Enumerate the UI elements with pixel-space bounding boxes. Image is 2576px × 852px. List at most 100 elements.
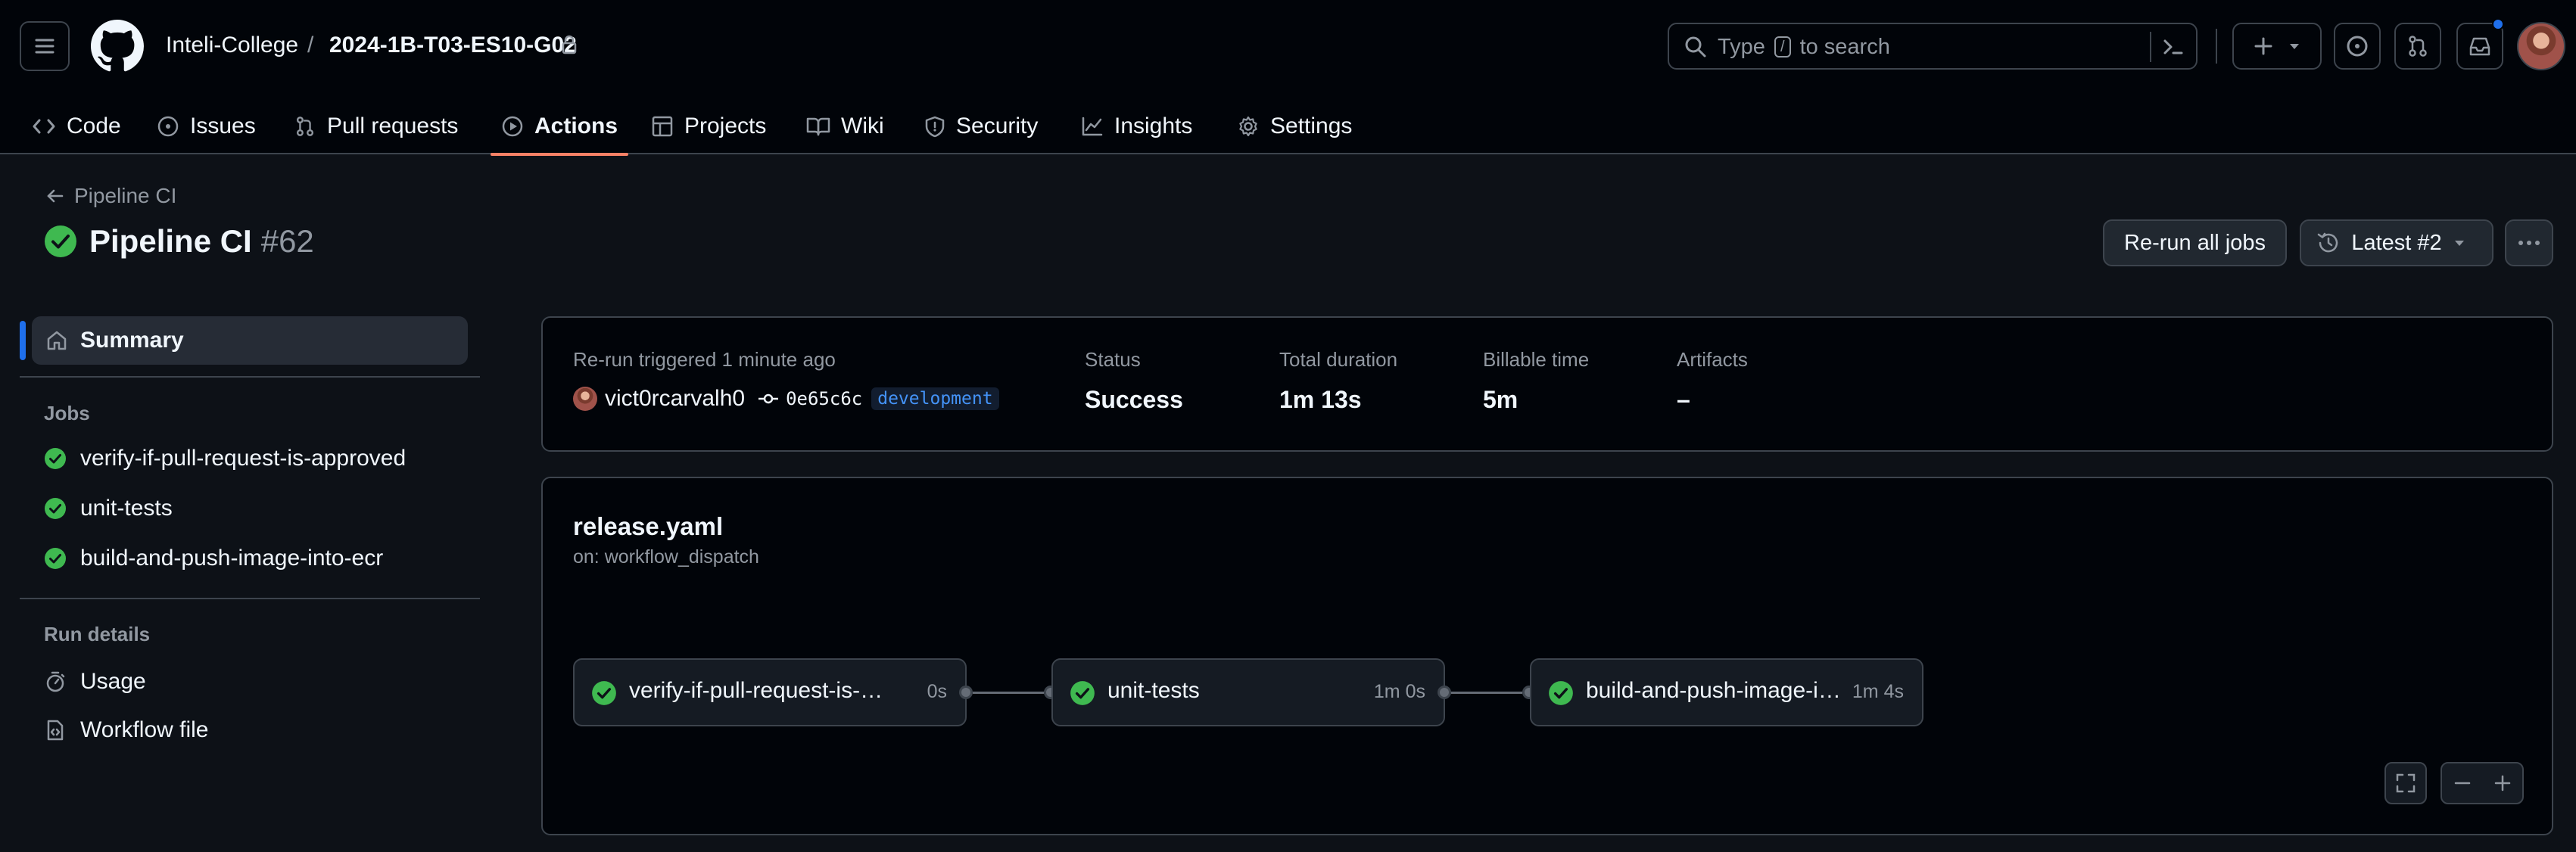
success-check-icon xyxy=(1549,681,1573,705)
tab-label: Actions xyxy=(534,113,618,138)
sidebar-item-summary[interactable]: Summary xyxy=(20,316,468,365)
slash-key: / xyxy=(1774,36,1791,58)
fullscreen-icon xyxy=(2396,773,2416,793)
job-node-verify[interactable]: verify-if-pull-request-is-approved 0s xyxy=(573,658,967,726)
sidebar-job-unit-tests[interactable]: unit-tests xyxy=(44,496,173,521)
success-check-icon xyxy=(45,498,66,519)
duration-value: 1m 13s xyxy=(1279,386,1362,413)
run-title: Pipeline CI xyxy=(89,223,252,259)
success-check-icon xyxy=(592,681,616,705)
more-options-button[interactable] xyxy=(2505,219,2553,266)
back-to-workflow-link[interactable]: Pipeline CI xyxy=(45,184,176,208)
user-avatar[interactable] xyxy=(2517,22,2565,70)
zoom-out-icon[interactable] xyxy=(2453,774,2472,792)
sidebar-job-label: unit-tests xyxy=(80,496,173,521)
graph-edge xyxy=(1451,692,1522,694)
graph-edge-handle xyxy=(959,686,973,699)
search-divider xyxy=(2150,32,2151,62)
back-link-label: Pipeline CI xyxy=(74,184,177,207)
tab-code[interactable]: Code xyxy=(32,98,121,154)
run-attempt-dropdown[interactable]: Latest #2 xyxy=(2300,219,2493,266)
actor-name[interactable]: vict0rcarvalh0 xyxy=(605,386,745,412)
sidebar-item-label: Summary xyxy=(80,328,184,353)
unread-indicator xyxy=(2492,18,2504,30)
sidebar-heading-run-details: Run details xyxy=(44,623,151,645)
search-input[interactable]: Type / to search xyxy=(1668,23,2198,70)
artifacts-label: Artifacts xyxy=(1677,348,1748,371)
sidebar-item-label: Workflow file xyxy=(80,717,209,742)
tab-projects[interactable]: Projects xyxy=(651,98,766,154)
rerun-all-jobs-button[interactable]: Re-run all jobs xyxy=(2103,219,2287,266)
billable-label: Billable time xyxy=(1483,348,1590,371)
sidebar-job-verify[interactable]: verify-if-pull-request-is-approved xyxy=(44,446,406,471)
your-pull-requests-button[interactable] xyxy=(2394,23,2441,70)
tab-label: Code xyxy=(67,113,121,138)
tab-label: Security xyxy=(956,113,1039,138)
git-commit-icon xyxy=(758,393,779,404)
status-value: Success xyxy=(1085,386,1183,413)
zoom-controls xyxy=(2441,762,2524,804)
github-logo-icon[interactable] xyxy=(91,20,144,73)
command-palette-icon[interactable] xyxy=(2161,35,2185,59)
table-icon xyxy=(652,116,673,137)
tab-label: Projects xyxy=(684,113,767,138)
job-name: unit-tests xyxy=(1107,678,1200,703)
zoom-in-icon[interactable] xyxy=(2493,774,2512,792)
billable-value: 5m xyxy=(1483,386,1519,413)
search-placeholder: Type / to search xyxy=(1718,35,1890,59)
graph-edge xyxy=(973,692,1044,694)
tab-pull-requests[interactable]: Pull requests xyxy=(294,98,458,154)
actor-avatar[interactable] xyxy=(573,387,597,411)
search-icon xyxy=(1685,36,1706,58)
menu-button[interactable] xyxy=(20,21,70,71)
tab-insights[interactable]: Insights xyxy=(1081,98,1192,154)
tab-settings[interactable]: Settings xyxy=(1237,98,1352,154)
sidebar-job-build-and-push[interactable]: build-and-push-image-into-ecr xyxy=(44,546,383,571)
tab-issues[interactable]: Issues xyxy=(157,98,256,154)
job-duration: 1m 0s xyxy=(1373,681,1425,702)
job-name: build-and-push-image-into-ecr xyxy=(1586,678,1843,703)
sidebar-item-usage[interactable]: Usage xyxy=(44,669,146,695)
workflow-trigger: on: workflow_dispatch xyxy=(573,546,759,567)
commit-sha-link[interactable]: 0e65c6c xyxy=(786,388,862,409)
breadcrumb-repo[interactable]: 2024-1B-T03-ES10-G02 xyxy=(329,29,577,62)
fullscreen-button[interactable] xyxy=(2384,762,2427,804)
hamburger-icon xyxy=(35,39,55,54)
issue-icon xyxy=(2347,36,2368,57)
job-name: verify-if-pull-request-is-approved xyxy=(629,678,886,703)
run-number: #62 xyxy=(260,223,314,259)
sidebar-heading-jobs: Jobs xyxy=(44,402,90,424)
tab-security[interactable]: Security xyxy=(924,98,1038,154)
tab-actions[interactable]: Actions xyxy=(490,98,629,156)
sidebar-job-label: build-and-push-image-into-ecr xyxy=(80,546,384,571)
sidebar-item-workflow-file[interactable]: Workflow file xyxy=(44,717,208,743)
breadcrumb-owner[interactable]: Inteli-College xyxy=(166,29,298,62)
pull-request-icon xyxy=(2409,36,2427,57)
tab-label: Issues xyxy=(190,113,256,138)
tab-label: Settings xyxy=(1270,113,1353,138)
create-new-button[interactable] xyxy=(2232,23,2322,70)
caret-down-icon xyxy=(2454,241,2464,246)
header-divider xyxy=(2216,29,2217,64)
success-check-icon xyxy=(45,448,66,469)
branch-label[interactable]: development xyxy=(871,387,999,410)
issue-icon xyxy=(157,116,179,137)
your-issues-button[interactable] xyxy=(2334,23,2381,70)
tab-wiki[interactable]: Wiki xyxy=(806,98,884,154)
job-node-build-and-push[interactable]: build-and-push-image-into-ecr 1m 4s xyxy=(1530,658,1923,726)
history-icon xyxy=(2318,232,2338,253)
plus-icon xyxy=(2254,37,2272,55)
success-check-icon xyxy=(45,548,66,569)
play-icon xyxy=(502,116,523,137)
status-label: Status xyxy=(1085,348,1141,371)
inbox-icon xyxy=(2469,37,2490,56)
job-node-unit-tests[interactable]: unit-tests 1m 0s xyxy=(1051,658,1445,726)
tab-label: Wiki xyxy=(841,113,884,138)
sidebar-divider xyxy=(20,598,480,599)
file-code-icon xyxy=(47,720,64,741)
breadcrumb-separator: / xyxy=(307,33,314,58)
code-icon xyxy=(33,119,55,134)
stopwatch-icon xyxy=(46,671,65,692)
sidebar-job-label: verify-if-pull-request-is-approved xyxy=(80,446,406,471)
job-duration: 1m 4s xyxy=(1852,681,1904,702)
